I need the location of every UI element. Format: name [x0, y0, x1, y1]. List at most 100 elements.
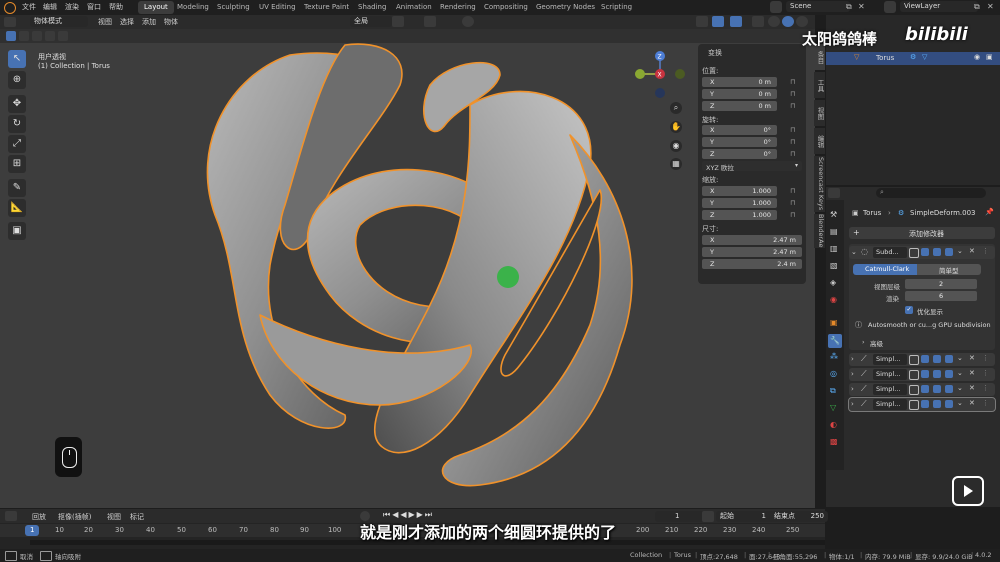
modifier-name-field[interactable]: Simpl... — [873, 399, 907, 410]
world-tab-icon[interactable]: ◉ — [830, 295, 837, 304]
menu-render[interactable]: 渲染 — [65, 2, 79, 12]
tab-animation[interactable]: Animation — [390, 1, 438, 14]
tab-shading[interactable]: Shading — [352, 1, 392, 14]
scene-tab-icon[interactable]: ◈ — [830, 278, 836, 287]
modifier-name-field[interactable]: Simpl... — [873, 369, 907, 380]
output-tab-icon[interactable]: ▥ — [830, 244, 838, 253]
eye-icon[interactable]: ◉ — [974, 53, 980, 61]
menu-help[interactable]: 帮助 — [109, 2, 123, 12]
pivot-icon[interactable] — [392, 16, 404, 27]
data-tab-icon[interactable]: ▽ — [830, 403, 836, 412]
outliner-row-torus[interactable]: ▽ Torus ⚙ ▽ ◉ ▣ — [826, 52, 1000, 65]
lock-icon[interactable]: ⊓ — [790, 199, 795, 207]
realtime-icon[interactable] — [933, 248, 941, 256]
tab-scripting[interactable]: Scripting — [595, 1, 638, 14]
dropdown-icon[interactable]: ⌄ — [957, 354, 963, 362]
viewport-menu-view[interactable]: 视图 — [98, 17, 112, 27]
tab-geometry-nodes[interactable]: Geometry Nodes — [530, 1, 601, 14]
add-modifier-button[interactable]: + 添加修改器 — [849, 227, 995, 239]
rotation-mode-select[interactable]: XYZ 欧拉 ▾ — [702, 161, 802, 172]
lock-icon[interactable]: ⊓ — [790, 126, 795, 134]
tab-uv-editing[interactable]: UV Editing — [253, 1, 302, 14]
on-cage-icon[interactable] — [909, 370, 919, 380]
physics-tab-icon[interactable]: ◎ — [830, 369, 837, 378]
blender-logo-icon[interactable] — [4, 2, 16, 14]
texture-tab-icon[interactable]: ▩ — [830, 437, 838, 446]
dropdown-icon[interactable]: ⌄ — [957, 369, 963, 377]
transform-tool-icon[interactable]: ⊞ — [8, 155, 26, 173]
ortho-toggle-icon[interactable]: ▦ — [670, 158, 682, 170]
on-cage-icon[interactable] — [909, 248, 919, 258]
lock-icon[interactable]: ⊓ — [790, 90, 795, 98]
simpledeform-modifier-row-active[interactable]: › ⟋ Simpl... ⌄ ✕ ⋮ — [848, 397, 996, 412]
timeline-menu-view[interactable]: 视图 — [107, 512, 121, 522]
drag-handle-icon[interactable]: ⋮ — [982, 354, 989, 362]
tool-tab-icon[interactable]: ⚒ — [830, 210, 837, 219]
location-x-field[interactable]: X 0 m — [702, 77, 777, 87]
tab-modeling[interactable]: Modeling — [171, 1, 215, 14]
camera-view-icon[interactable]: ◉ — [670, 140, 682, 152]
close-icon[interactable]: ✕ — [969, 399, 975, 407]
gizmo-toggle-icon[interactable] — [712, 16, 724, 27]
scale-x-field[interactable]: X 1.000 — [702, 186, 777, 196]
viewport-menu-object[interactable]: 物体 — [164, 17, 178, 27]
overlay-toggle-icon[interactable] — [730, 16, 742, 27]
dropdown-icon[interactable]: ⌄ — [957, 384, 963, 392]
menu-window[interactable]: 窗口 — [87, 2, 101, 12]
constraints-tab-icon[interactable]: ⧉ — [830, 386, 836, 396]
sidebar-tab-tool[interactable]: 工具 — [814, 72, 825, 98]
end-frame-field[interactable]: 结束点 250 — [770, 511, 828, 522]
catmull-clark-button[interactable]: Catmull-Clark — [853, 264, 917, 275]
sidebar-tab-view[interactable]: 视图 — [814, 100, 825, 126]
torus-model[interactable] — [0, 15, 815, 508]
particles-tab-icon[interactable]: ⁂ — [830, 352, 838, 361]
timeline-editor-type-icon[interactable] — [5, 511, 17, 521]
render-levels-field[interactable]: 6 — [905, 291, 977, 301]
realtime-icon[interactable] — [933, 355, 941, 363]
chevron-right-icon[interactable]: › — [851, 355, 854, 363]
sidebar-tab-edit[interactable]: 编辑 — [814, 128, 825, 154]
close-icon[interactable]: ✕ — [969, 247, 975, 255]
select-extend-icon[interactable] — [19, 31, 29, 41]
edit-mode-icon[interactable] — [921, 385, 929, 393]
render-tab-icon[interactable]: ▤ — [830, 227, 838, 236]
dimensions-x-field[interactable]: X 2.47 m — [702, 235, 802, 245]
navigation-gizmo[interactable]: Z X — [630, 48, 690, 100]
render-icon[interactable] — [945, 400, 953, 408]
edit-mode-icon[interactable] — [921, 370, 929, 378]
zoom-icon[interactable]: ⌕ — [670, 102, 682, 114]
viewport-menu-add[interactable]: 添加 — [142, 17, 156, 27]
annotate-tool-icon[interactable]: ✎ — [8, 179, 26, 197]
render-icon[interactable] — [945, 385, 953, 393]
menu-file[interactable]: 文件 — [22, 2, 36, 12]
viewlayer-selector[interactable]: ViewLayer — [900, 1, 978, 12]
clock-icon[interactable] — [702, 511, 714, 522]
current-frame-field[interactable]: 1 — [655, 511, 705, 522]
proportional-edit-icon[interactable] — [462, 16, 474, 27]
render-icon[interactable] — [945, 248, 953, 256]
chevron-down-icon[interactable]: ⌄ — [851, 248, 857, 256]
tab-rendering[interactable]: Rendering — [434, 1, 482, 14]
modifier-name-field[interactable]: Simpl... — [873, 384, 907, 395]
lock-icon[interactable]: ⊓ — [790, 102, 795, 110]
realtime-icon[interactable] — [933, 385, 941, 393]
start-frame-field[interactable]: 起始 1 — [716, 511, 774, 522]
chevron-right-icon[interactable]: › — [851, 400, 854, 408]
on-cage-icon[interactable] — [909, 385, 919, 395]
new-viewlayer-icon[interactable]: ⧉ — [974, 2, 980, 12]
measure-tool-icon[interactable]: 📐 — [8, 199, 26, 217]
cursor-tool-icon[interactable]: ⊕ — [8, 71, 26, 89]
simple-button[interactable]: 简单型 — [917, 264, 981, 275]
chevron-right-icon[interactable]: › — [862, 338, 865, 346]
simpledeform-modifier-row[interactable]: › ⟋ Simpl... ⌄ ✕ ⋮ — [849, 368, 995, 381]
mode-selector[interactable]: 物体模式 — [30, 16, 88, 27]
chevron-right-icon[interactable]: › — [851, 370, 854, 378]
subdivision-modifier-header[interactable]: ⌄ ◌ Subd... ⌄ ✕ ⋮ — [849, 246, 995, 259]
delete-scene-icon[interactable]: ✕ — [858, 2, 865, 11]
viewlayer-icon[interactable] — [884, 1, 896, 13]
on-cage-icon[interactable] — [909, 400, 919, 410]
advanced-label[interactable]: 高级 — [870, 338, 883, 348]
rotation-x-field[interactable]: X 0° — [702, 125, 777, 135]
editor-type-icon[interactable] — [4, 17, 16, 27]
render-icon[interactable] — [945, 355, 953, 363]
